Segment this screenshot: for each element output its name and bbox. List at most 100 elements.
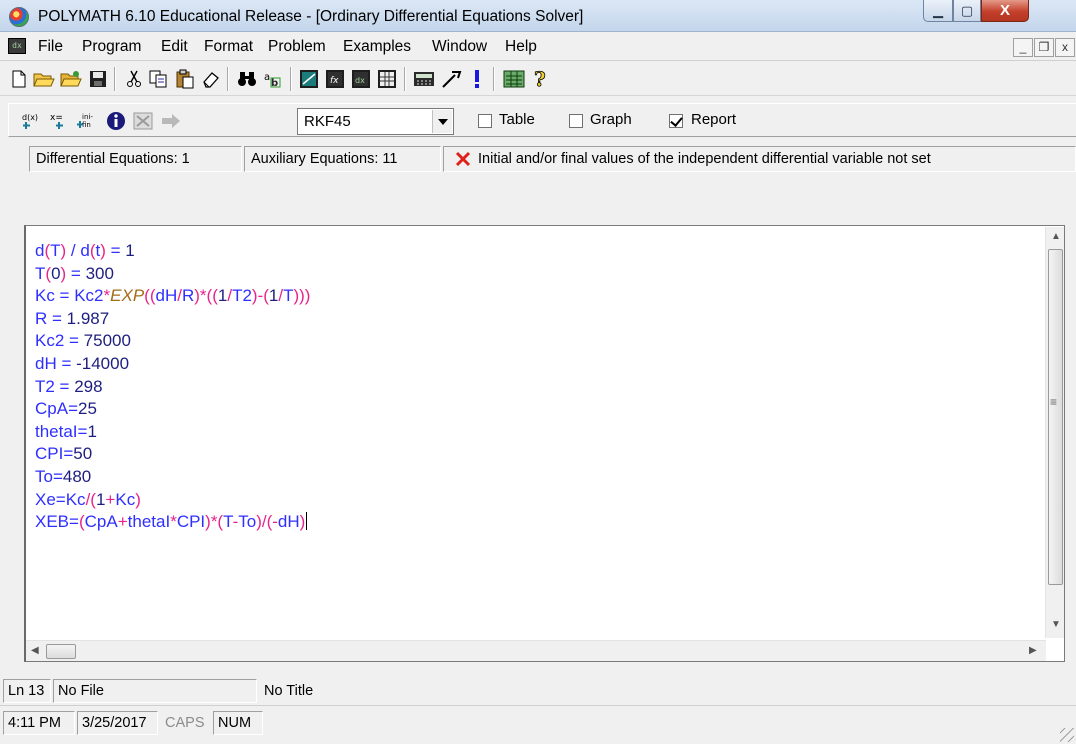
code-line: To=480 bbox=[35, 466, 92, 486]
minimize-button[interactable]: ▁ bbox=[923, 0, 953, 22]
horizontal-scrollbar[interactable]: ◀ ▶ bbox=[26, 640, 1046, 661]
integration-method-select[interactable]: RKF45 bbox=[297, 108, 454, 135]
code-line: Kc = Kc2*EXP((dH/R)*((1/T2)-(1/T))) bbox=[35, 286, 311, 306]
toolbar-separator bbox=[493, 67, 495, 91]
horizontal-scroll-thumb[interactable] bbox=[46, 644, 76, 659]
differential-equations-icon[interactable]: dx bbox=[350, 68, 372, 90]
find-replace-icon[interactable]: ab bbox=[262, 68, 284, 90]
mdi-close-button[interactable]: x bbox=[1055, 38, 1075, 57]
solve-wand-icon[interactable] bbox=[440, 68, 462, 90]
open-folder-icon[interactable] bbox=[33, 68, 55, 90]
calculator-icon[interactable] bbox=[413, 68, 435, 90]
auxiliary-equation-count: Auxiliary Equations: 11 bbox=[244, 146, 441, 172]
code-line: XEB=(CpA+thetaI*CPI)*(T-To)/(-dH) bbox=[35, 512, 308, 532]
scroll-up-arrow-icon[interactable]: ▲ bbox=[1051, 231, 1061, 242]
info-icon[interactable] bbox=[105, 110, 127, 132]
find-binoculars-icon[interactable] bbox=[236, 68, 258, 90]
restore-icon: ❐ bbox=[1038, 40, 1050, 54]
graph-checkbox[interactable] bbox=[569, 114, 583, 128]
nonlinear-equations-icon[interactable]: fx bbox=[324, 68, 346, 90]
help-question-icon[interactable]: ? bbox=[530, 68, 552, 90]
differential-equation-count: Differential Equations: 1 bbox=[29, 146, 242, 172]
equation-code[interactable]: d(T) / d(t) = 1 T(0) = 300 Kc = Kc2*EXP(… bbox=[35, 240, 310, 534]
polymath-app-icon[interactable] bbox=[9, 7, 29, 27]
cut-icon[interactable] bbox=[123, 68, 145, 90]
code-line: T2 = 298 bbox=[35, 376, 103, 396]
disabled-image-icon[interactable] bbox=[132, 110, 154, 132]
scroll-down-arrow-icon[interactable]: ▼ bbox=[1051, 619, 1061, 630]
maximize-button[interactable]: ▢ bbox=[953, 0, 981, 22]
svg-text:d(x): d(x) bbox=[22, 113, 38, 122]
title-bar: POLYMATH 6.10 Educational Release - [Ord… bbox=[0, 0, 1076, 32]
vertical-scroll-thumb[interactable] bbox=[1048, 249, 1063, 585]
menu-program[interactable]: Program bbox=[82, 38, 141, 56]
paste-icon[interactable] bbox=[174, 68, 196, 90]
eraser-icon[interactable] bbox=[200, 68, 222, 90]
table-checkbox-label[interactable]: Table bbox=[499, 111, 535, 128]
equation-editor[interactable]: d(T) / d(t) = 1 T(0) = 300 Kc = Kc2*EXP(… bbox=[24, 225, 1065, 662]
menu-window[interactable]: Window bbox=[432, 38, 487, 56]
validation-message: Initial and/or final values of the indep… bbox=[443, 146, 1076, 172]
svg-text:fx: fx bbox=[330, 76, 339, 86]
next-arrow-icon[interactable] bbox=[160, 110, 182, 132]
main-toolbar: ab fx dx ? bbox=[0, 62, 1076, 96]
code-line: CpA=25 bbox=[35, 399, 97, 419]
regression-table-icon[interactable] bbox=[376, 68, 398, 90]
clock-time: 4:11 PM bbox=[3, 711, 75, 735]
close-button[interactable]: X bbox=[981, 0, 1029, 22]
num-lock-indicator: NUM bbox=[213, 711, 263, 735]
menu-file[interactable]: File bbox=[38, 38, 63, 56]
svg-text:?: ? bbox=[534, 69, 546, 89]
svg-text:fin: fin bbox=[82, 121, 91, 129]
graph-checkbox-label[interactable]: Graph bbox=[590, 111, 632, 128]
run-exclamation-icon[interactable] bbox=[466, 68, 488, 90]
svg-text:a: a bbox=[264, 72, 270, 83]
scroll-left-arrow-icon[interactable]: ◀ bbox=[31, 645, 39, 656]
menu-format[interactable]: Format bbox=[204, 38, 253, 56]
menu-help[interactable]: Help bbox=[505, 38, 537, 56]
report-checkbox[interactable] bbox=[669, 114, 683, 128]
initial-final-values-icon[interactable]: ini-fin bbox=[77, 110, 99, 132]
document-window-icon[interactable]: dx bbox=[8, 38, 26, 54]
code-line: T(0) = 300 bbox=[35, 263, 114, 283]
clock-date: 3/25/2017 bbox=[77, 711, 158, 735]
code-line: d(T) / d(t) = 1 bbox=[35, 241, 135, 260]
toolbar-separator bbox=[290, 67, 292, 91]
add-explicit-equation-icon[interactable]: x= bbox=[49, 110, 71, 132]
scroll-right-arrow-icon[interactable]: ▶ bbox=[1029, 645, 1037, 656]
maximize-icon: ▢ bbox=[960, 2, 974, 18]
file-name: No File bbox=[53, 679, 257, 703]
add-differential-equation-icon[interactable]: d(x) bbox=[21, 110, 43, 132]
code-line: dH = -14000 bbox=[35, 353, 130, 373]
open-example-icon[interactable] bbox=[60, 68, 82, 90]
menu-bar: dx File Program Edit Format Problem Exam… bbox=[0, 33, 1076, 61]
code-line: R = 1.987 bbox=[35, 308, 110, 328]
menu-edit[interactable]: Edit bbox=[161, 38, 188, 56]
copy-icon[interactable] bbox=[148, 68, 170, 90]
toolbar-separator bbox=[114, 67, 116, 91]
error-x-icon bbox=[455, 151, 471, 167]
menu-problem[interactable]: Problem bbox=[268, 38, 326, 56]
vertical-scrollbar[interactable]: ▲ ▼ bbox=[1045, 227, 1064, 638]
resize-grip-icon[interactable] bbox=[1060, 728, 1074, 742]
table-checkbox[interactable] bbox=[478, 114, 492, 128]
editor-status-bar: Ln 13 No File No Title bbox=[0, 676, 1076, 706]
new-file-icon[interactable] bbox=[8, 68, 30, 90]
toolbar-separator bbox=[227, 67, 229, 91]
caps-lock-indicator: CAPS bbox=[165, 715, 205, 731]
integration-method-value: RKF45 bbox=[304, 113, 351, 130]
unit-conversion-icon[interactable] bbox=[503, 68, 525, 90]
mdi-minimize-button[interactable]: _ bbox=[1013, 38, 1033, 57]
dropdown-arrow-icon[interactable] bbox=[432, 110, 452, 133]
svg-text:dx: dx bbox=[355, 76, 365, 85]
save-icon[interactable] bbox=[87, 68, 109, 90]
code-line: CPI=50 bbox=[35, 444, 93, 464]
linear-equations-icon[interactable] bbox=[298, 68, 320, 90]
mdi-restore-button[interactable]: ❐ bbox=[1034, 38, 1054, 57]
minimize-icon: ▁ bbox=[933, 2, 943, 18]
code-line: Xe=Kc/(1+Kc) bbox=[35, 489, 141, 509]
svg-text:x=: x= bbox=[50, 113, 63, 123]
report-checkbox-label[interactable]: Report bbox=[691, 111, 736, 128]
menu-examples[interactable]: Examples bbox=[343, 38, 411, 56]
ode-toolbar: d(x) x= ini-fin RKF45 Table Graph Report bbox=[8, 103, 1076, 137]
